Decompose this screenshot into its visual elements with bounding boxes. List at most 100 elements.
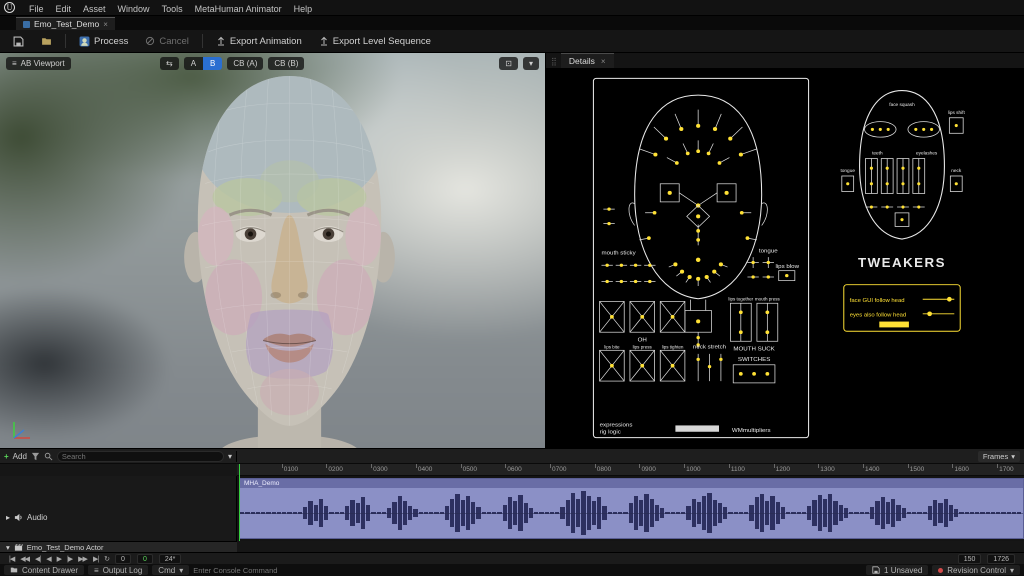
frame-entry-field[interactable]: 0	[115, 554, 131, 564]
chevron-down-icon[interactable]: ▾	[523, 57, 539, 70]
playhead[interactable]	[239, 464, 240, 541]
audio-waveform	[240, 488, 1023, 538]
tweakers-title: TWEAKERS	[858, 255, 946, 270]
mouth-controls[interactable]	[669, 258, 728, 286]
menu-asset[interactable]: Asset	[77, 3, 112, 15]
eye-controls[interactable]	[660, 184, 736, 227]
neck-tweaker-control[interactable]	[950, 176, 962, 192]
loop-button[interactable]: ↻	[101, 555, 112, 563]
oh-controls[interactable]	[600, 301, 685, 332]
lips-blow-control[interactable]	[779, 271, 795, 281]
range-start-field[interactable]: 150	[958, 554, 982, 564]
toggle-cb-a[interactable]: CB (A)	[227, 57, 263, 70]
add-track-button[interactable]: Add	[13, 452, 27, 461]
process-button[interactable]: Process	[72, 34, 135, 49]
waveform-bar	[807, 506, 811, 520]
current-frame-field[interactable]: 0	[137, 554, 153, 564]
audio-clip-title-bar[interactable]: MHA_Demo	[240, 479, 1023, 488]
side-sliders[interactable]	[603, 208, 614, 226]
audio-track-row[interactable]: ▸ Audio	[0, 509, 237, 525]
toggle-b[interactable]: B	[203, 57, 222, 70]
drag-handle-icon[interactable]: ⣿	[546, 57, 561, 68]
play-reverse-button[interactable]: ◀	[43, 555, 53, 563]
expand-arrow-icon[interactable]: ▸	[6, 513, 10, 522]
details-tab[interactable]: Details ×	[561, 53, 614, 68]
menu-window[interactable]: Window	[112, 3, 156, 15]
go-to-end-button[interactable]: ▶|	[90, 555, 101, 563]
menu-help[interactable]: Help	[288, 3, 319, 15]
fps-field[interactable]: 24*	[159, 554, 182, 564]
asset-tab[interactable]: Emo_Test_Demo ×	[16, 17, 115, 30]
jump-back-button[interactable]: ◀◀	[17, 555, 32, 563]
browse-button[interactable]	[34, 34, 59, 49]
add-icon[interactable]: +	[4, 452, 9, 461]
viewport-title[interactable]: ≡ AB Viewport	[6, 57, 71, 70]
revision-control-button[interactable]: Revision Control ▾	[932, 565, 1020, 575]
menu-file[interactable]: File	[23, 3, 50, 15]
step-forward-button[interactable]: |▶	[64, 555, 75, 563]
export-level-sequence-button[interactable]: Export Level Sequence	[312, 34, 438, 49]
go-to-front-button[interactable]: |◀	[6, 555, 17, 563]
toggle-a[interactable]: A	[184, 57, 203, 70]
switches-controls[interactable]	[733, 365, 775, 383]
tongue-tweaker-control[interactable]	[842, 176, 854, 192]
ab-viewport[interactable]: ≡ AB Viewport ⇆ A B CB (A) CB (B) ⊡ ▾	[0, 53, 545, 448]
frames-dropdown[interactable]: Frames ▾	[978, 451, 1020, 462]
tongue-sliders[interactable]	[747, 257, 774, 279]
menu-edit[interactable]: Edit	[50, 3, 78, 15]
timeline-ruler[interactable]: 0100020003000400050006000700080009001000…	[237, 464, 1024, 476]
play-button[interactable]: ▶	[54, 555, 64, 563]
output-log-button[interactable]: ≡ Output Log	[88, 565, 148, 575]
cmd-dropdown[interactable]: Cmd ▾	[152, 565, 189, 575]
close-icon[interactable]: ×	[601, 57, 606, 66]
mouth-sticky-sliders[interactable]	[601, 264, 655, 284]
jump-forward-button[interactable]: ▶▶	[75, 555, 90, 563]
unsaved-button[interactable]: 1 Unsaved	[866, 565, 928, 575]
content-drawer-button[interactable]: Content Drawer	[4, 565, 84, 575]
waveform-bar	[408, 506, 412, 520]
face-control-board[interactable]: mouth sticky tongue lips blow OH lips bi…	[592, 77, 810, 439]
ab-toggle[interactable]: A B	[184, 57, 223, 70]
actor-track-row[interactable]: ▾ Emo_Test_Demo Actor	[0, 541, 237, 552]
chin-tweaker-control[interactable]	[895, 213, 909, 227]
menu-metahuman-animator[interactable]: MetaHuman Animator	[189, 3, 288, 15]
face-squash-controls[interactable]	[865, 122, 940, 138]
lips-together-control[interactable]	[730, 303, 751, 341]
compare-icon[interactable]: ⇆	[160, 57, 179, 70]
search-input[interactable]	[57, 451, 224, 462]
chin-neck-controls[interactable]	[685, 300, 712, 349]
view-options-icon[interactable]: ▾	[228, 452, 232, 461]
tweakers-board[interactable]: face squash teeth eyelashes tongue neck …	[828, 77, 976, 373]
export-animation-button[interactable]: Export Animation	[209, 34, 309, 49]
neck-stretch-sliders[interactable]	[696, 354, 722, 381]
console-command-input[interactable]	[193, 566, 862, 575]
details-panel: ⣿ Details ×	[545, 53, 1024, 448]
forehead-controls[interactable]	[639, 110, 757, 165]
wm-multipliers-label: WMmultipliers	[732, 428, 771, 434]
range-end-field[interactable]: 1726	[987, 554, 1015, 564]
toggle-cb-b[interactable]: CB (B)	[268, 57, 304, 70]
lips-shift-control[interactable]	[949, 118, 963, 134]
waveform-bar	[308, 501, 312, 525]
mouth-press-control[interactable]	[757, 303, 778, 341]
metahuman-face[interactable]	[152, 57, 427, 448]
lips-controls[interactable]	[600, 350, 685, 381]
filter-icon[interactable]	[31, 452, 40, 461]
timeline-area[interactable]: MHA_Demo	[237, 476, 1024, 541]
waveform-bar	[403, 501, 407, 525]
waveform-bar	[450, 499, 454, 528]
tweaker-column-controls[interactable]	[865, 159, 924, 194]
audio-clip[interactable]: MHA_Demo	[239, 478, 1024, 539]
save-button[interactable]	[6, 34, 31, 49]
collapse-arrow-icon[interactable]: ▾	[6, 543, 10, 552]
follow-slider-bar[interactable]	[879, 322, 909, 328]
waveform-bar	[356, 503, 360, 522]
close-icon[interactable]: ×	[103, 20, 108, 29]
menu-tools[interactable]: Tools	[156, 3, 189, 15]
jaw-dot-row[interactable]	[865, 205, 924, 208]
follow-head-box[interactable]: face GUI follow head eyes also follow he…	[844, 285, 960, 332]
maximize-icon[interactable]: ⊡	[499, 57, 518, 70]
cancel-button[interactable]: Cancel	[138, 34, 196, 49]
board-progress-bar[interactable]	[675, 425, 719, 431]
step-back-button[interactable]: ◀|	[32, 555, 43, 563]
